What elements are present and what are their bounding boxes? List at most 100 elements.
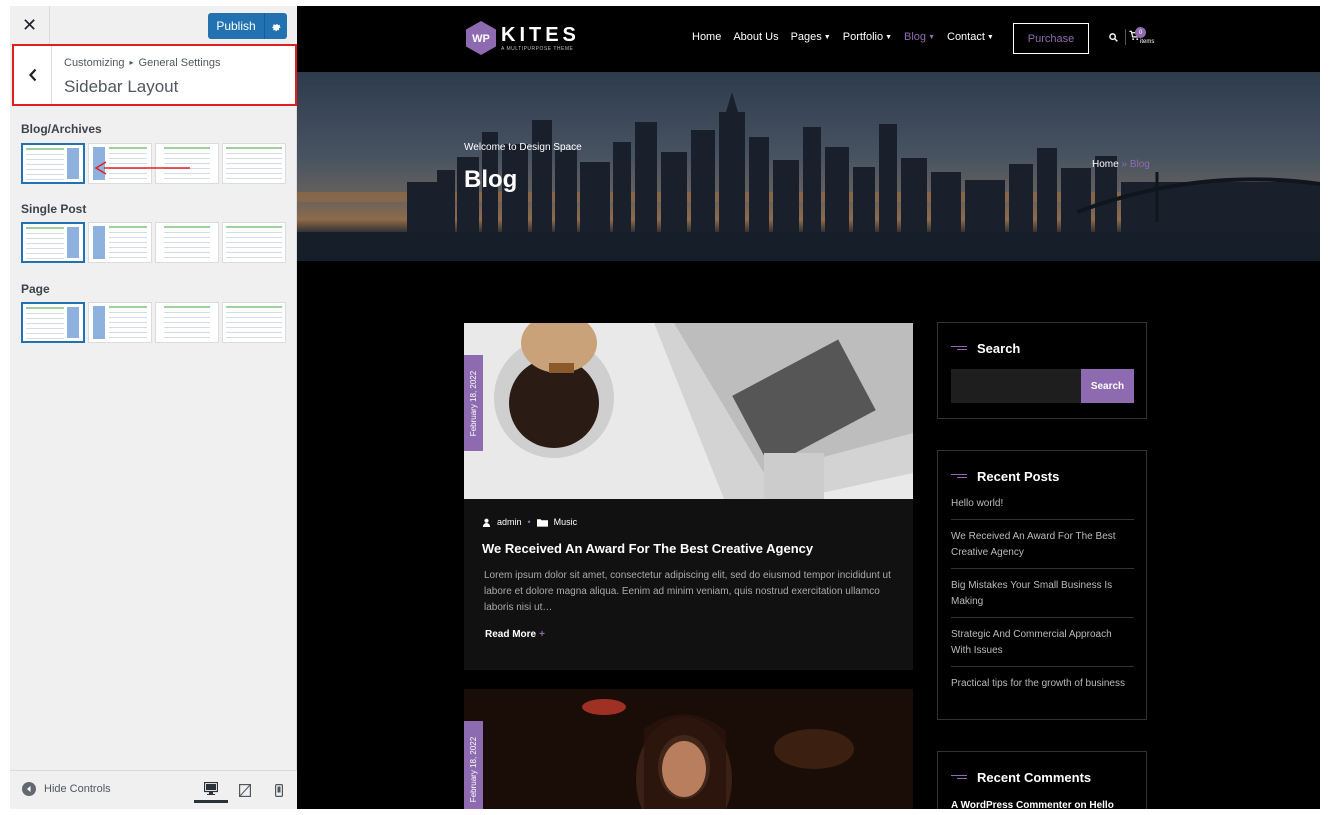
caret-down-icon: ▼: [986, 34, 994, 41]
section-header: Customizing ▸ General Settings Sidebar Lay…: [12, 44, 297, 106]
user-icon: [482, 518, 491, 527]
menu-item-blog[interactable]: Blog ▼: [904, 31, 935, 43]
breadcrumb-current: Blog: [1129, 159, 1150, 170]
recent-posts-list: Hello world! We Received An Award For Th…: [951, 496, 1134, 708]
menu-item-contact[interactable]: Contact ▼: [947, 31, 994, 43]
recent-post-link[interactable]: We Received An Award For The Best Creati…: [951, 529, 1134, 569]
meta-separator: •: [527, 517, 531, 527]
search-icon[interactable]: [1109, 33, 1118, 42]
logo-tagline: A MULTIPURPOSE THEME: [501, 45, 574, 52]
hide-controls-label: Hide Controls: [44, 783, 111, 795]
caret-down-icon: ▼: [823, 34, 831, 41]
close-icon: ✕: [21, 15, 38, 35]
chevron-left-icon: [28, 68, 36, 82]
layout-option-no-sidebar[interactable]: [155, 302, 219, 343]
caret-down-icon: ▼: [885, 34, 893, 41]
search-form: Search: [951, 369, 1134, 403]
back-button[interactable]: [14, 46, 52, 104]
hero-subtitle: Welcome to Design Space: [464, 142, 582, 153]
layout-option-left-sidebar[interactable]: [88, 222, 152, 263]
recent-comment[interactable]: A WordPress Commenter on Hello: [951, 800, 1114, 809]
recent-post-link[interactable]: Big Mistakes Your Small Business Is Maki…: [951, 578, 1134, 618]
search-submit-button[interactable]: Search: [1081, 369, 1134, 403]
gear-icon: [271, 23, 281, 31]
layout-option-full-width[interactable]: [222, 222, 286, 263]
hero-overlay: [297, 72, 1320, 261]
post-author[interactable]: admin: [497, 517, 522, 527]
breadcrumb-sep: »: [1118, 159, 1130, 170]
search-input[interactable]: [951, 369, 1081, 403]
post-image[interactable]: February 18, 2022: [464, 689, 913, 809]
hero-breadcrumb: Home » Blog: [1092, 159, 1150, 170]
title-lines-icon: [951, 774, 967, 781]
nav-divider: [1125, 29, 1126, 45]
post-category[interactable]: Music: [554, 517, 578, 527]
control-label-single-post: Single Post: [21, 202, 87, 216]
post-image[interactable]: February 18, 2022: [464, 323, 913, 499]
breadcrumb-separator: ▸: [129, 58, 134, 67]
device-tablet-button[interactable]: [228, 777, 262, 803]
purchase-button[interactable]: Purchase: [1013, 23, 1089, 54]
caret-down-icon: ▼: [928, 34, 935, 41]
logo-word: KITES: [501, 23, 580, 46]
site-preview: WP KITES A MULTIPURPOSE THEME Home About…: [297, 6, 1320, 809]
layout-option-right-sidebar[interactable]: [21, 143, 85, 184]
layout-option-full-width[interactable]: [222, 143, 286, 184]
widget-title: Recent Posts: [951, 469, 1059, 484]
title-lines-icon: [951, 345, 967, 352]
plus-icon: +: [539, 629, 545, 640]
post-meta: admin • Music: [482, 517, 577, 527]
customizer-panel: ✕ Publish Customizing ▸ General Settings S…: [10, 6, 297, 809]
breadcrumb-root: Customizing: [64, 57, 125, 69]
read-more-link[interactable]: Read More +: [485, 629, 545, 640]
recent-post-link[interactable]: Practical tips for the growth of busines…: [951, 676, 1134, 699]
layout-option-no-sidebar[interactable]: [155, 222, 219, 263]
tablet-icon: [239, 783, 251, 797]
post-title[interactable]: We Received An Award For The Best Creati…: [482, 541, 902, 556]
recent-comments-widget: Recent Comments A WordPress Commenter on…: [937, 751, 1147, 809]
layout-options-single-post: [21, 222, 286, 263]
menu-item-portfolio[interactable]: Portfolio ▼: [843, 31, 892, 43]
cart-items-label: items: [1140, 39, 1155, 45]
layout-option-full-width[interactable]: [222, 302, 286, 343]
hide-controls-button[interactable]: Hide Controls: [22, 782, 111, 796]
search-widget: Search Search: [937, 322, 1147, 419]
menu-item-home[interactable]: Home: [692, 31, 721, 43]
device-mobile-button[interactable]: [262, 777, 296, 803]
control-label-blog-archives: Blog/Archives: [21, 122, 102, 136]
annotation-arrow: [94, 161, 190, 175]
layout-option-right-sidebar[interactable]: [21, 222, 85, 263]
device-desktop-button[interactable]: [194, 777, 228, 803]
post-card: February 18, 2022: [464, 689, 913, 809]
customizer-footer: Hide Controls: [10, 770, 297, 809]
post-card: February 18, 2022 admin • Music We Recei…: [464, 323, 913, 670]
section-title: Sidebar Layout: [64, 77, 179, 96]
layout-options-page: [21, 302, 286, 343]
menu-item-pages[interactable]: Pages ▼: [791, 31, 831, 43]
widget-title: Search: [951, 341, 1020, 356]
site-header: WP KITES A MULTIPURPOSE THEME Home About…: [297, 6, 1320, 72]
logo-hexagon-icon: WP: [466, 21, 496, 55]
recent-post-link[interactable]: Hello world!: [951, 496, 1134, 520]
folder-icon: [536, 518, 548, 527]
publish-button[interactable]: Publish: [208, 13, 264, 39]
layout-option-right-sidebar[interactable]: [21, 302, 85, 343]
cart-count-badge: 0: [1135, 27, 1146, 38]
title-lines-icon: [951, 473, 967, 480]
device-switcher: [194, 777, 296, 803]
breadcrumb-section: General Settings: [138, 57, 221, 69]
recent-post-link[interactable]: Strategic And Commercial Approach With I…: [951, 627, 1134, 667]
post-date: February 18, 2022: [464, 721, 483, 809]
mobile-icon: [275, 783, 283, 797]
logo-mark: WP: [472, 33, 490, 45]
site-logo[interactable]: WP KITES A MULTIPURPOSE THEME: [464, 20, 580, 56]
customizer-header: ✕ Publish: [10, 6, 297, 45]
layout-option-left-sidebar[interactable]: [88, 302, 152, 343]
publish-settings-button[interactable]: [264, 13, 287, 39]
post-date: February 18, 2022: [464, 355, 483, 451]
breadcrumb-home-link[interactable]: Home: [1092, 159, 1119, 170]
menu-item-about-us[interactable]: About Us: [733, 31, 778, 43]
main-menu: Home About Us Pages ▼ Portfolio ▼ Blog ▼ Co…: [692, 31, 994, 43]
close-customizer-button[interactable]: ✕: [10, 6, 50, 45]
post-excerpt: Lorem ipsum dolor sit amet, consectetur …: [484, 570, 891, 613]
